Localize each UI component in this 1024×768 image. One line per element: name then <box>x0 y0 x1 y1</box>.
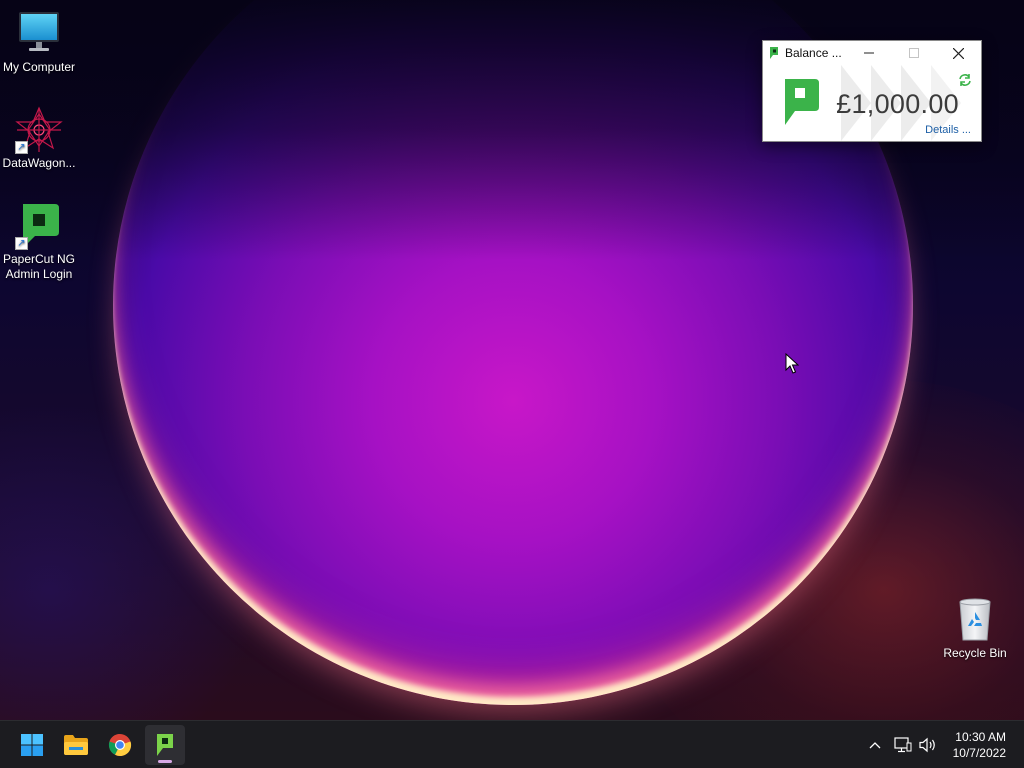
desktop-icon-my-computer[interactable]: My Computer <box>0 10 81 75</box>
volume-icon <box>919 737 935 753</box>
desktop-icon-label: DataWagon... <box>2 156 76 170</box>
maximize-button[interactable] <box>891 41 936 65</box>
details-link[interactable]: Details ... <box>925 124 971 136</box>
mouse-cursor-icon <box>785 353 799 374</box>
shortcut-arrow-icon: ↗ <box>15 237 28 250</box>
taskbar: 10:30 AM 10/7/2022 <box>0 720 1024 768</box>
clock-time: 10:30 AM <box>955 730 1006 744</box>
active-indicator <box>158 760 172 763</box>
desktop-icon-datawagon[interactable]: ↗ DataWagon... <box>0 106 81 171</box>
close-icon <box>953 47 964 59</box>
taskbar-papercut[interactable] <box>145 725 185 765</box>
close-button[interactable] <box>936 41 981 65</box>
desktop-icon-recycle-bin[interactable]: Recycle Bin <box>933 596 1017 661</box>
minimize-button[interactable] <box>846 41 891 65</box>
windows-start-icon <box>21 734 43 756</box>
shortcut-arrow-icon: ↗ <box>15 141 28 154</box>
recycle-bin-icon <box>951 596 999 644</box>
maximize-icon <box>908 48 919 58</box>
monitor-icon <box>15 10 63 58</box>
network-icon <box>894 737 912 753</box>
papercut-logo-icon <box>785 79 819 125</box>
desktop-icon-papercut-admin[interactable]: ↗ PaperCut NG Admin Login <box>0 202 81 282</box>
taskbar-chrome[interactable] <box>100 725 140 765</box>
balance-window[interactable]: Balance ... £1,000.00 Details ... <box>762 40 982 142</box>
papercut-icon <box>770 47 778 59</box>
papercut-icon <box>157 734 173 756</box>
taskbar-clock[interactable]: 10:30 AM 10/7/2022 <box>953 729 1006 761</box>
window-titlebar[interactable]: Balance ... <box>763 41 981 65</box>
tray-overflow-button[interactable] <box>864 721 886 768</box>
minimize-icon <box>863 52 874 54</box>
refresh-icon[interactable] <box>958 73 972 87</box>
clock-date: 10/7/2022 <box>952 746 1006 760</box>
taskbar-file-explorer[interactable] <box>56 725 96 765</box>
balance-amount: £1,000.00 <box>836 89 959 119</box>
volume-button[interactable] <box>917 721 939 768</box>
window-title: Balance ... <box>785 46 842 60</box>
desktop-icon-label: Recycle Bin <box>943 646 1007 660</box>
folder-icon <box>64 735 88 755</box>
balance-panel: £1,000.00 Details ... <box>763 65 981 141</box>
desktop-icon-label: PaperCut NG Admin Login <box>2 252 76 281</box>
chrome-icon <box>108 733 132 757</box>
start-button[interactable] <box>12 725 52 765</box>
papercut-icon: ↗ <box>15 202 63 250</box>
desktop-icon-label: My Computer <box>2 60 76 74</box>
chevron-up-icon <box>869 742 881 749</box>
datawagon-icon: ↗ <box>15 106 63 154</box>
network-button[interactable] <box>892 721 914 768</box>
